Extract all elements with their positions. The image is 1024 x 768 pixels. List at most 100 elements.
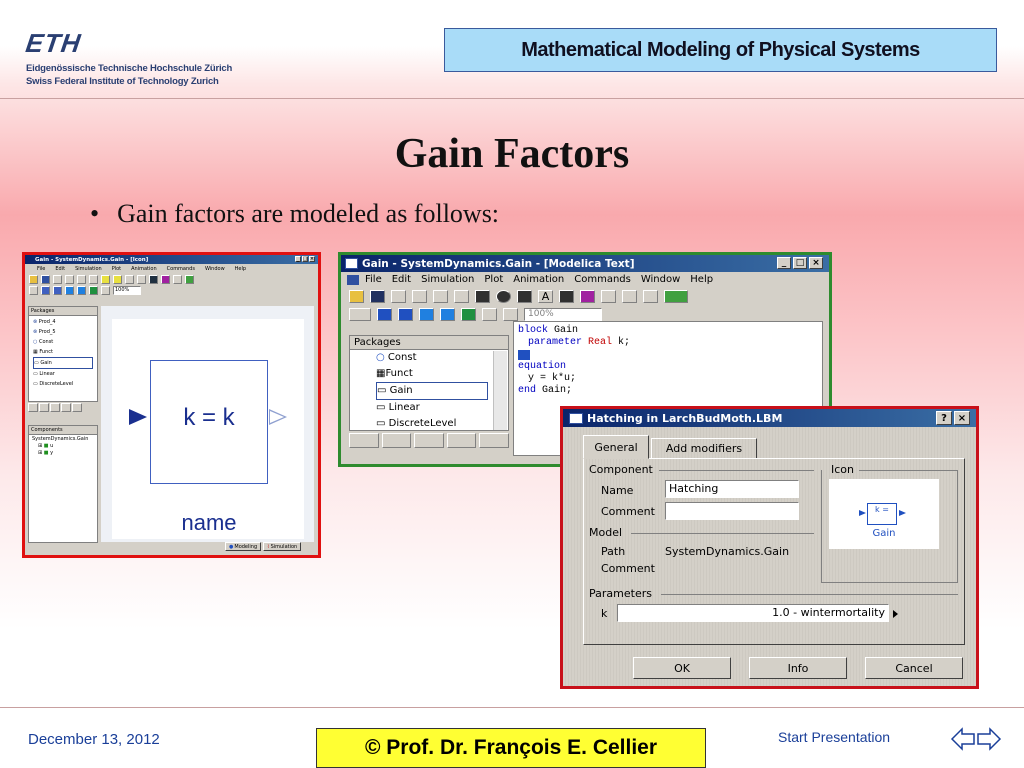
minimize-button[interactable]: _ xyxy=(777,257,791,269)
name-field[interactable]: Hatching xyxy=(665,480,799,498)
menu-help[interactable]: Help xyxy=(235,266,246,272)
package-item-selected[interactable]: ▭ Gain xyxy=(33,357,93,369)
save-icon[interactable] xyxy=(41,275,50,284)
menu-animation[interactable]: Animation xyxy=(131,266,157,272)
menu-simulation[interactable]: Simulation xyxy=(421,274,474,285)
input-connector-icon[interactable] xyxy=(129,409,147,425)
back-icon[interactable] xyxy=(41,286,50,295)
param-k-field[interactable]: 1.0 - wintermortality xyxy=(617,604,889,622)
check-icon[interactable] xyxy=(185,275,194,284)
tab-right-arrow-icon[interactable] xyxy=(61,403,71,412)
navigation-arrows-icon[interactable] xyxy=(950,726,1002,752)
package-item-selected[interactable]: ▭ Gain xyxy=(376,382,488,400)
print-icon[interactable] xyxy=(412,290,427,303)
tab-up-arrow-icon[interactable] xyxy=(479,433,509,448)
menu-help[interactable]: Help xyxy=(690,274,713,285)
modeling-tab[interactable]: ● Modeling xyxy=(225,542,262,551)
close-button[interactable]: × xyxy=(954,411,970,425)
package-item[interactable]: ⊗ Prod_4 xyxy=(33,317,93,327)
package-item[interactable]: ⊗ Prod_5 xyxy=(33,327,93,337)
icon-layer-icon[interactable] xyxy=(77,286,86,295)
menu-commands[interactable]: Commands xyxy=(167,266,195,272)
save-icon[interactable] xyxy=(370,290,385,303)
package-item[interactable]: ▦Funct xyxy=(376,366,488,382)
help-button[interactable]: ? xyxy=(936,411,952,425)
diagram-icon[interactable] xyxy=(65,286,74,295)
text-tool-icon[interactable] xyxy=(137,275,146,284)
text-tool-icon[interactable]: A xyxy=(538,290,553,303)
close-button[interactable]: × xyxy=(809,257,823,269)
grid-icon[interactable] xyxy=(173,275,182,284)
package-item[interactable]: ▭ Linear xyxy=(33,369,93,379)
polygon-tool-icon[interactable] xyxy=(517,290,532,303)
fill-pattern-icon[interactable] xyxy=(601,290,616,303)
find-icon[interactable] xyxy=(391,290,406,303)
text-layer-icon[interactable] xyxy=(482,308,497,321)
rectangle-tool-icon[interactable] xyxy=(475,290,490,303)
menu-edit[interactable]: Edit xyxy=(392,274,411,285)
ok-button[interactable]: OK xyxy=(633,657,731,679)
icon-canvas[interactable]: k = k name xyxy=(101,306,314,542)
connector-icon[interactable] xyxy=(643,290,658,303)
package-scrollbar[interactable] xyxy=(493,351,507,430)
check-icon[interactable] xyxy=(664,290,688,303)
menu-simulation[interactable]: Simulation xyxy=(75,266,102,272)
menu-plot[interactable]: Plot xyxy=(484,274,503,285)
zoom-select[interactable]: 100% xyxy=(113,286,141,295)
tab-add-modifiers[interactable]: Add modifiers xyxy=(651,438,757,459)
tab-left-arrow-icon[interactable] xyxy=(50,403,60,412)
info-icon[interactable] xyxy=(461,308,476,321)
tab-left-arrow-icon[interactable] xyxy=(414,433,444,448)
component-item-y[interactable]: ⊞ ■ y xyxy=(32,450,94,457)
find-icon[interactable] xyxy=(53,275,62,284)
package-item[interactable]: ▭ DiscreteLevel xyxy=(33,379,93,389)
line-tool-icon[interactable] xyxy=(89,275,98,284)
info-icon[interactable] xyxy=(89,286,98,295)
maximize-button[interactable]: □ xyxy=(302,256,308,262)
ellipse-tool-icon[interactable] xyxy=(113,275,122,284)
line-color-icon[interactable] xyxy=(161,275,170,284)
cancel-button[interactable]: Cancel xyxy=(865,657,963,679)
forward-icon[interactable] xyxy=(53,286,62,295)
polygon-tool-icon[interactable] xyxy=(125,275,134,284)
component-item-u[interactable]: ⊞ ■ u xyxy=(32,443,94,450)
package-item[interactable]: ▭ DiscreteLevel xyxy=(376,416,488,430)
text-layer-icon[interactable] xyxy=(101,286,110,295)
tab-icon-a[interactable] xyxy=(28,403,38,412)
line-tool-icon[interactable] xyxy=(454,290,469,303)
package-item[interactable]: ▦ Funct xyxy=(33,347,93,357)
tab-icon-b[interactable] xyxy=(39,403,49,412)
maximize-button[interactable]: □ xyxy=(793,257,807,269)
param-k-menu-arrow-icon[interactable] xyxy=(893,610,898,618)
package-item[interactable]: ▭ Linear xyxy=(376,400,488,416)
fill-color-icon[interactable] xyxy=(149,275,158,284)
package-item[interactable]: ○ Const xyxy=(376,350,488,366)
back-icon[interactable] xyxy=(377,308,392,321)
menu-window[interactable]: Window xyxy=(205,266,225,272)
forward-icon[interactable] xyxy=(398,308,413,321)
menu-animation[interactable]: Animation xyxy=(513,274,564,285)
menu-plot[interactable]: Plot xyxy=(112,266,121,272)
tab-general[interactable]: General xyxy=(583,435,649,459)
help-pointer-icon[interactable] xyxy=(433,290,448,303)
info-button[interactable]: Info xyxy=(749,657,847,679)
new-class-icon[interactable] xyxy=(349,308,371,321)
tab-right-arrow-icon[interactable] xyxy=(446,433,477,448)
grid-icon[interactable] xyxy=(622,290,637,303)
help-pointer-icon[interactable] xyxy=(77,275,86,284)
icon-layer-icon[interactable] xyxy=(440,308,455,321)
new-class-icon[interactable] xyxy=(29,286,38,295)
diagram-icon[interactable] xyxy=(419,308,434,321)
open-icon[interactable] xyxy=(349,290,364,303)
menu-file[interactable]: File xyxy=(37,266,45,272)
equation-layer-icon[interactable] xyxy=(503,308,518,321)
fill-color-icon[interactable] xyxy=(559,290,574,303)
minimize-button[interactable]: _ xyxy=(295,256,301,262)
tab-up-arrow-icon[interactable] xyxy=(72,403,82,412)
component-root[interactable]: SystemDynamics.Gain xyxy=(32,436,94,443)
menu-window[interactable]: Window xyxy=(641,274,680,285)
menu-commands[interactable]: Commands xyxy=(574,274,631,285)
menu-edit[interactable]: Edit xyxy=(55,266,65,272)
tab-icon-b[interactable] xyxy=(381,433,412,448)
simulation-tab[interactable]: ⌇ Simulation xyxy=(263,542,302,551)
